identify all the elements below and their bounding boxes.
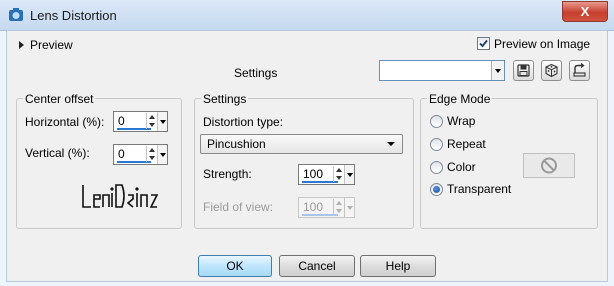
vertical-spinner[interactable]: 0 <box>113 144 168 165</box>
center-offset-legend: Center offset <box>23 92 96 106</box>
close-button[interactable]: X <box>562 1 608 22</box>
radio-transparent[interactable] <box>430 183 443 196</box>
strength-spinner[interactable]: 100 <box>298 164 355 185</box>
cancel-button[interactable]: Cancel <box>279 255 355 277</box>
chevron-down-icon <box>160 153 166 157</box>
checkmark-icon <box>479 39 488 48</box>
ok-button[interactable]: OK <box>198 255 272 277</box>
arrow-down-icon[interactable] <box>149 123 155 127</box>
distortion-type-label: Distortion type: <box>203 115 284 129</box>
horizontal-value[interactable]: 0 <box>118 114 125 128</box>
preview-on-image-checkbox[interactable]: Preview on Image <box>477 37 590 51</box>
reset-button[interactable] <box>569 60 590 81</box>
chevron-down-icon <box>387 142 395 146</box>
chevron-down-icon <box>160 120 166 124</box>
vertical-stepper[interactable] <box>146 146 157 162</box>
preview-toggle[interactable]: Preview <box>19 38 73 52</box>
presets-label: Settings <box>234 66 278 80</box>
watermark-logo <box>82 184 159 208</box>
arrow-up-icon[interactable] <box>149 115 155 119</box>
checkbox-box[interactable] <box>477 37 490 50</box>
arrow-down-icon[interactable] <box>149 156 155 160</box>
arrow-up-icon[interactable] <box>336 168 342 172</box>
wrap-label[interactable]: Wrap <box>447 114 475 128</box>
color-label[interactable]: Color <box>447 160 476 174</box>
save-preset-button[interactable] <box>513 60 534 81</box>
chevron-down-icon <box>495 69 501 73</box>
horizontal-dropdown[interactable] <box>157 112 167 131</box>
settings-legend: Settings <box>201 92 249 106</box>
arrow-down-icon <box>336 209 342 213</box>
horizontal-label: Horizontal (%): <box>25 115 105 129</box>
chevron-down-icon <box>347 173 353 177</box>
expand-triangle-icon <box>19 41 24 49</box>
randomize-button[interactable] <box>541 60 562 81</box>
window-title: Lens Distortion <box>30 8 117 23</box>
dice-icon <box>545 63 558 78</box>
horizontal-spinner[interactable]: 0 <box>113 111 168 132</box>
radio-repeat[interactable] <box>430 138 443 151</box>
strength-dropdown[interactable] <box>344 165 354 184</box>
dialog-body: Preview Preview on Image Settings Center… <box>6 30 608 282</box>
reset-icon <box>573 62 586 77</box>
edge-mode-legend: Edge Mode <box>427 92 493 106</box>
help-button[interactable]: Help <box>360 255 436 277</box>
no-color-icon <box>541 157 557 174</box>
arrow-down-icon[interactable] <box>336 176 342 180</box>
save-icon <box>517 64 530 77</box>
field-of-view-stepper <box>333 199 344 215</box>
strength-value[interactable]: 100 <box>303 167 323 181</box>
strength-label: Strength: <box>203 167 252 181</box>
close-icon: X <box>580 4 590 19</box>
vertical-dropdown[interactable] <box>157 145 167 164</box>
field-of-view-label: Field of view: <box>203 200 274 214</box>
radio-color[interactable] <box>430 161 443 174</box>
arrow-up-icon[interactable] <box>149 148 155 152</box>
color-swatch[interactable] <box>523 153 575 178</box>
strength-stepper[interactable] <box>333 166 344 182</box>
distortion-type-select[interactable]: Pincushion <box>200 134 403 154</box>
radio-wrap[interactable] <box>430 115 443 128</box>
arrow-up-icon <box>336 201 342 205</box>
distortion-type-value: Pincushion <box>207 137 266 151</box>
transparent-label[interactable]: Transparent <box>447 182 511 196</box>
repeat-label[interactable]: Repeat <box>447 137 486 151</box>
preview-on-image-label: Preview on Image <box>494 37 591 51</box>
app-icon <box>9 8 23 21</box>
field-of-view-dropdown <box>344 198 354 217</box>
vertical-value[interactable]: 0 <box>118 147 125 161</box>
preview-label: Preview <box>30 38 73 52</box>
field-of-view-value: 100 <box>303 200 324 214</box>
field-of-view-spinner: 100 <box>298 197 355 218</box>
chevron-down-icon <box>347 206 353 210</box>
horizontal-stepper[interactable] <box>146 113 157 129</box>
vertical-label: Vertical (%): <box>25 146 90 160</box>
presets-combo[interactable] <box>379 60 505 81</box>
title-bar: Lens Distortion X <box>0 0 614 31</box>
presets-dropdown-arrow[interactable] <box>491 61 504 80</box>
